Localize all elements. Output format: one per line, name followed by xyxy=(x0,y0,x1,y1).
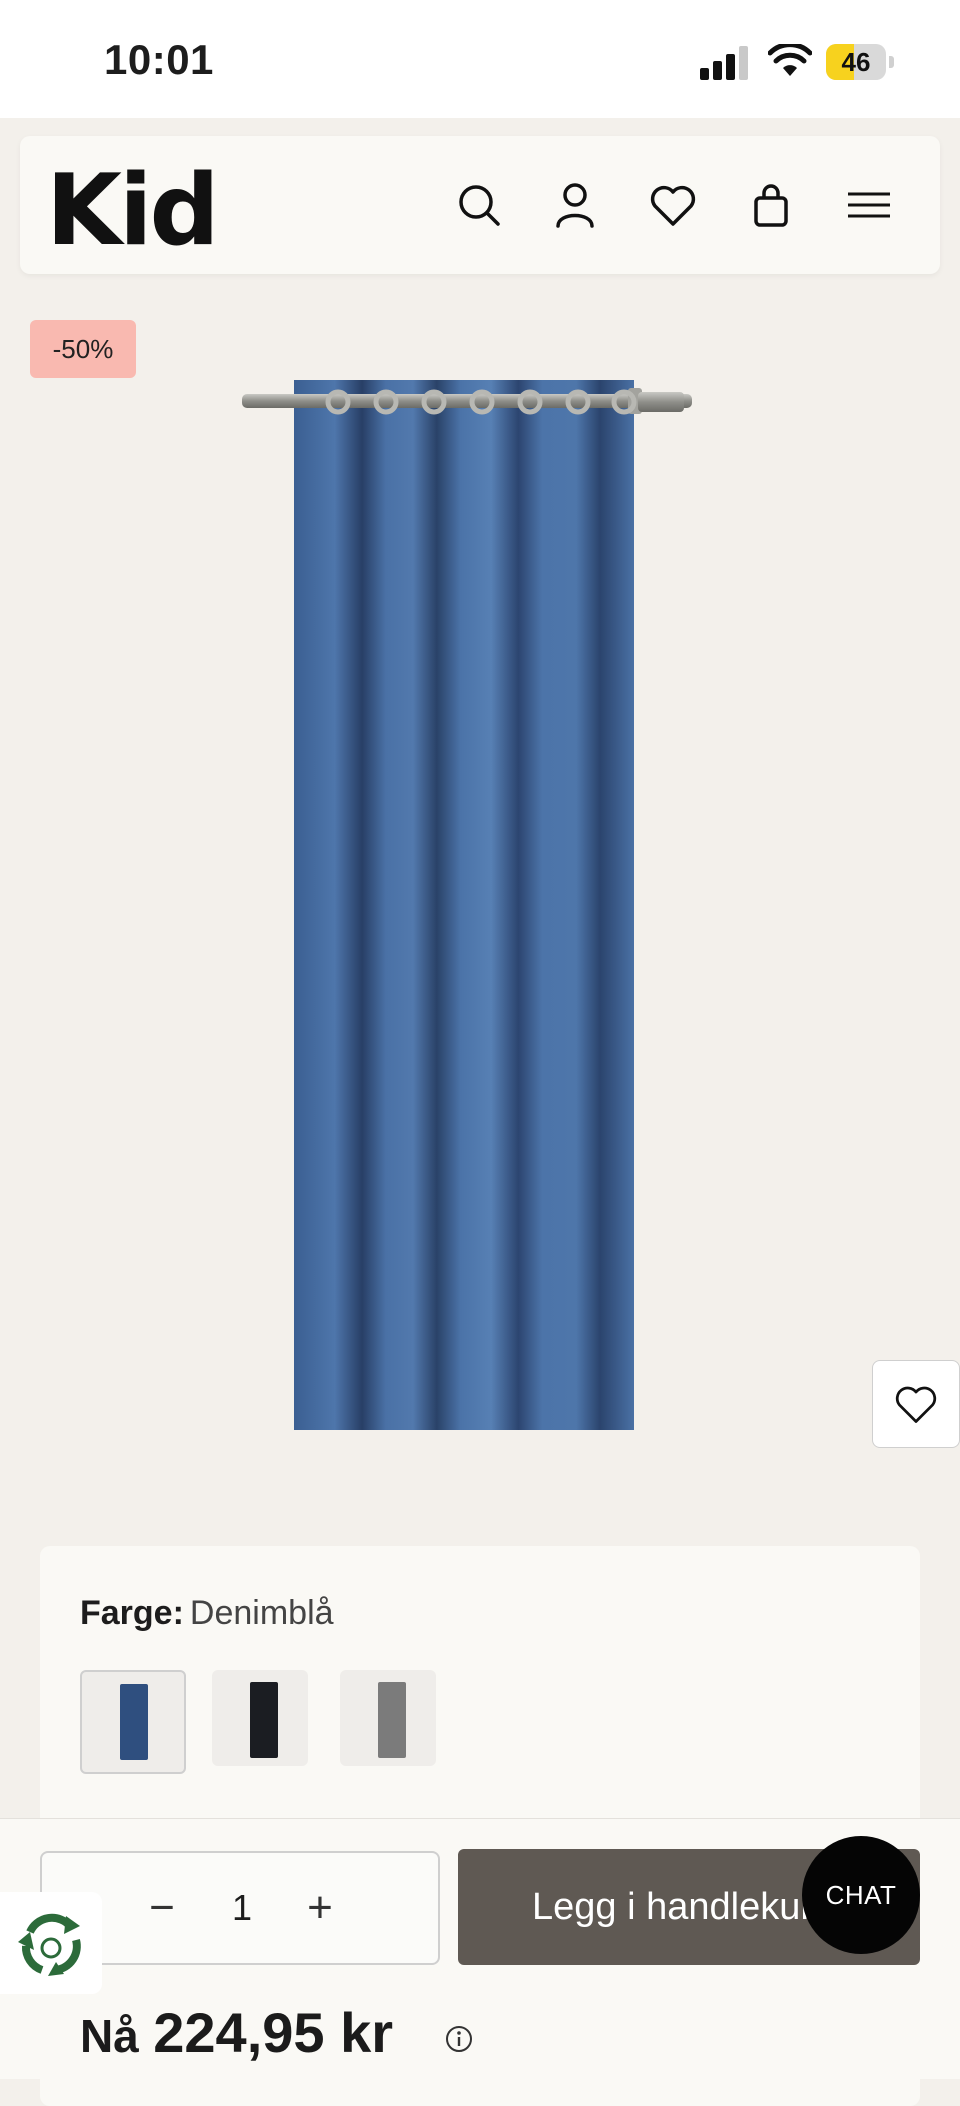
add-to-wishlist-button[interactable] xyxy=(872,1360,960,1448)
chat-button[interactable]: CHAT xyxy=(802,1836,920,1954)
info-icon[interactable] xyxy=(444,2024,474,2054)
site-header: Kid xyxy=(20,136,940,274)
heart-icon xyxy=(895,1386,937,1423)
status-time: 10:01 xyxy=(104,36,214,83)
price: Nå 224,95 kr xyxy=(80,2000,393,2065)
product-image[interactable] xyxy=(230,360,710,1430)
status-bar: 10:01 46 xyxy=(0,0,960,118)
heart-icon[interactable] xyxy=(648,180,698,230)
account-icon[interactable] xyxy=(550,180,600,230)
swatch-black[interactable] xyxy=(212,1670,308,1766)
quantity-value[interactable]: 1 xyxy=(202,1853,282,1963)
color-value: Denimblå xyxy=(189,1594,334,1632)
signal-icon xyxy=(700,46,748,80)
search-icon[interactable] xyxy=(454,180,504,230)
swatch-grey[interactable] xyxy=(340,1670,436,1766)
decrease-quantity-button[interactable]: − xyxy=(122,1853,202,1963)
swatch-thumbnail xyxy=(378,1682,406,1758)
bag-icon[interactable] xyxy=(746,180,796,230)
wifi-icon xyxy=(768,44,812,76)
battery-indicator: 46 xyxy=(826,44,894,80)
discount-badge: -50% xyxy=(30,320,136,378)
color-label: Farge: xyxy=(80,1594,184,1632)
battery-percent: 46 xyxy=(841,47,871,77)
price-prefix: Nå xyxy=(80,2010,139,2062)
swatch-thumbnail xyxy=(120,1684,148,1760)
increase-quantity-button[interactable]: + xyxy=(280,1853,360,1963)
swatch-thumbnail xyxy=(250,1682,278,1758)
logo[interactable]: Kid xyxy=(46,154,220,268)
swatch-denim-blue[interactable] xyxy=(80,1670,186,1774)
eco-badge[interactable] xyxy=(0,1892,102,1994)
menu-icon[interactable] xyxy=(844,180,894,230)
recycle-icon xyxy=(18,1913,81,1976)
color-selection: Farge: Denimblå xyxy=(80,1594,334,1633)
price-amount: 224,95 kr xyxy=(153,2001,394,2064)
